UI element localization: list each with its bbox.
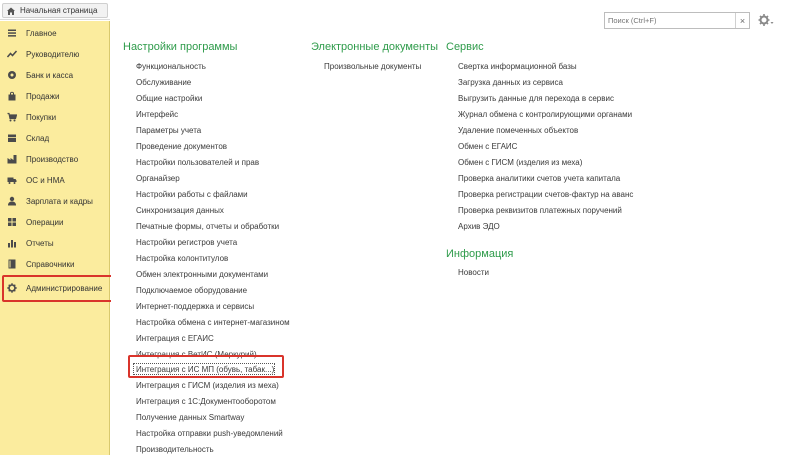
section-title-info: Информация — [446, 248, 514, 260]
link-accounting-parameters[interactable]: Параметры учета — [136, 126, 201, 135]
section-title-service: Сервис — [446, 41, 484, 53]
sidebar-item-assets[interactable]: ОС и НМА — [0, 170, 110, 190]
link-performance[interactable]: Производительность — [136, 445, 214, 454]
link-regulators-log[interactable]: Журнал обмена с контролирующими органами — [458, 110, 632, 119]
link-functionality[interactable]: Функциональность — [136, 62, 206, 71]
user-icon — [7, 196, 17, 206]
administration-highlight-frame — [2, 275, 117, 302]
link-capital-check[interactable]: Проверка аналитики счетов учета капитала — [458, 174, 620, 183]
link-registers[interactable]: Настройки регистров учета — [136, 238, 237, 247]
link-push-notifications[interactable]: Настройка отправки push-уведомлений — [136, 429, 283, 438]
link-internet-support[interactable]: Интернет-поддержка и сервисы — [136, 302, 254, 311]
link-interface[interactable]: Интерфейс — [136, 110, 178, 119]
home-tab-label: Начальная страница — [20, 6, 98, 15]
sidebar-item-production[interactable]: Производство — [0, 149, 110, 169]
shopping-bag-icon — [7, 91, 17, 101]
home-tab[interactable]: Начальная страница — [2, 3, 108, 18]
sidebar-item-label: Зарплата и кадры — [26, 196, 93, 206]
link-egais-integration[interactable]: Интеграция с ЕГАИС — [136, 334, 214, 343]
link-file-settings[interactable]: Настройки работы с файлами — [136, 190, 248, 199]
sidebar-item-directories[interactable]: Справочники — [0, 254, 110, 274]
settings-gear-icon[interactable] — [757, 11, 775, 29]
link-export-to-service[interactable]: Выгрузить данные для перехода в сервис — [458, 94, 614, 103]
truck-icon — [7, 175, 17, 185]
book-icon — [7, 259, 17, 269]
link-document-posting[interactable]: Проведение документов — [136, 142, 227, 151]
link-payment-orders-check[interactable]: Проверка реквизитов платежных поручений — [458, 206, 622, 215]
search-input[interactable] — [605, 16, 735, 25]
sidebar-item-label: Отчеты — [26, 238, 54, 248]
bar-chart-icon — [7, 238, 17, 248]
link-data-sync[interactable]: Синхронизация данных — [136, 206, 224, 215]
clear-icon[interactable]: × — [735, 13, 749, 28]
link-maintenance[interactable]: Обслуживание — [136, 78, 191, 87]
sidebar-item-label: Справочники — [26, 259, 75, 269]
coins-icon — [7, 70, 17, 80]
link-equipment[interactable]: Подключаемое оборудование — [136, 286, 247, 295]
link-users-rights[interactable]: Настройки пользователей и прав — [136, 158, 259, 167]
sidebar-item-sales[interactable]: Продажи — [0, 86, 110, 106]
sidebar-item-main[interactable]: Главное — [0, 23, 110, 43]
link-gism-integration[interactable]: Интеграция с ГИСМ (изделия из меха) — [136, 381, 279, 390]
factory-icon — [7, 154, 17, 164]
box-icon — [7, 133, 17, 143]
list-icon — [7, 28, 17, 38]
cart-icon — [7, 112, 17, 122]
link-advance-invoices-check[interactable]: Проверка регистрации счетов-фактур на ав… — [458, 190, 633, 199]
link-gism-exchange[interactable]: Обмен с ГИСМ (изделия из меха) — [458, 158, 582, 167]
sidebar-item-warehouse[interactable]: Склад — [0, 128, 110, 148]
link-organizer[interactable]: Органайзер — [136, 174, 180, 183]
sidebar-item-operations[interactable]: Операции — [0, 212, 110, 232]
link-edoc-exchange[interactable]: Обмен электронными документами — [136, 270, 268, 279]
sidebar: Главное Руководителю Банк и касса Продаж… — [0, 21, 110, 455]
sidebar-item-purchases[interactable]: Покупки — [0, 107, 110, 127]
link-egais-exchange[interactable]: Обмен с ЕГАИС — [458, 142, 517, 151]
search-box[interactable]: × — [604, 12, 750, 29]
trend-icon — [7, 49, 17, 59]
section-title-settings: Настройки программы — [123, 41, 238, 53]
link-smartway[interactable]: Получение данных Smartway — [136, 413, 244, 422]
sidebar-item-label: Производство — [26, 154, 79, 164]
link-print-forms[interactable]: Печатные формы, отчеты и обработки — [136, 222, 279, 231]
sidebar-item-label: Продажи — [26, 91, 60, 101]
sidebar-item-salary[interactable]: Зарплата и кадры — [0, 191, 110, 211]
home-icon — [7, 7, 15, 15]
sidebar-item-label: ОС и НМА — [26, 175, 65, 185]
link-headers-footers[interactable]: Настройка колонтитулов — [136, 254, 228, 263]
sidebar-item-label: Руководителю — [26, 49, 80, 59]
link-arbitrary-documents[interactable]: Произвольные документы — [324, 62, 421, 71]
sidebar-item-manager[interactable]: Руководителю — [0, 44, 110, 64]
sidebar-item-bank[interactable]: Банк и касса — [0, 65, 110, 85]
link-edo-archive[interactable]: Архив ЭДО — [458, 222, 500, 231]
sidebar-item-reports[interactable]: Отчеты — [0, 233, 110, 253]
link-db-rollup[interactable]: Свертка информационной базы — [458, 62, 577, 71]
link-eshop-exchange[interactable]: Настройка обмена с интернет-магазином — [136, 318, 290, 327]
link-news[interactable]: Новости — [458, 268, 489, 277]
ismp-highlight-frame — [128, 355, 284, 378]
link-general-settings[interactable]: Общие настройки — [136, 94, 202, 103]
section-title-edocs: Электронные документы — [311, 41, 439, 53]
sidebar-item-label: Главное — [26, 28, 57, 38]
link-docflow-integration[interactable]: Интеграция с 1С:Документооборотом — [136, 397, 276, 406]
sidebar-item-label: Склад — [26, 133, 50, 143]
sidebar-item-label: Покупки — [26, 112, 57, 122]
link-delete-marked[interactable]: Удаление помеченных объектов — [458, 126, 578, 135]
link-load-from-service[interactable]: Загрузка данных из сервиса — [458, 78, 563, 87]
operations-icon — [7, 217, 17, 227]
tab-bar: Начальная страница — [0, 0, 110, 20]
sidebar-item-label: Операции — [26, 217, 64, 227]
sidebar-item-label: Банк и касса — [26, 70, 74, 80]
